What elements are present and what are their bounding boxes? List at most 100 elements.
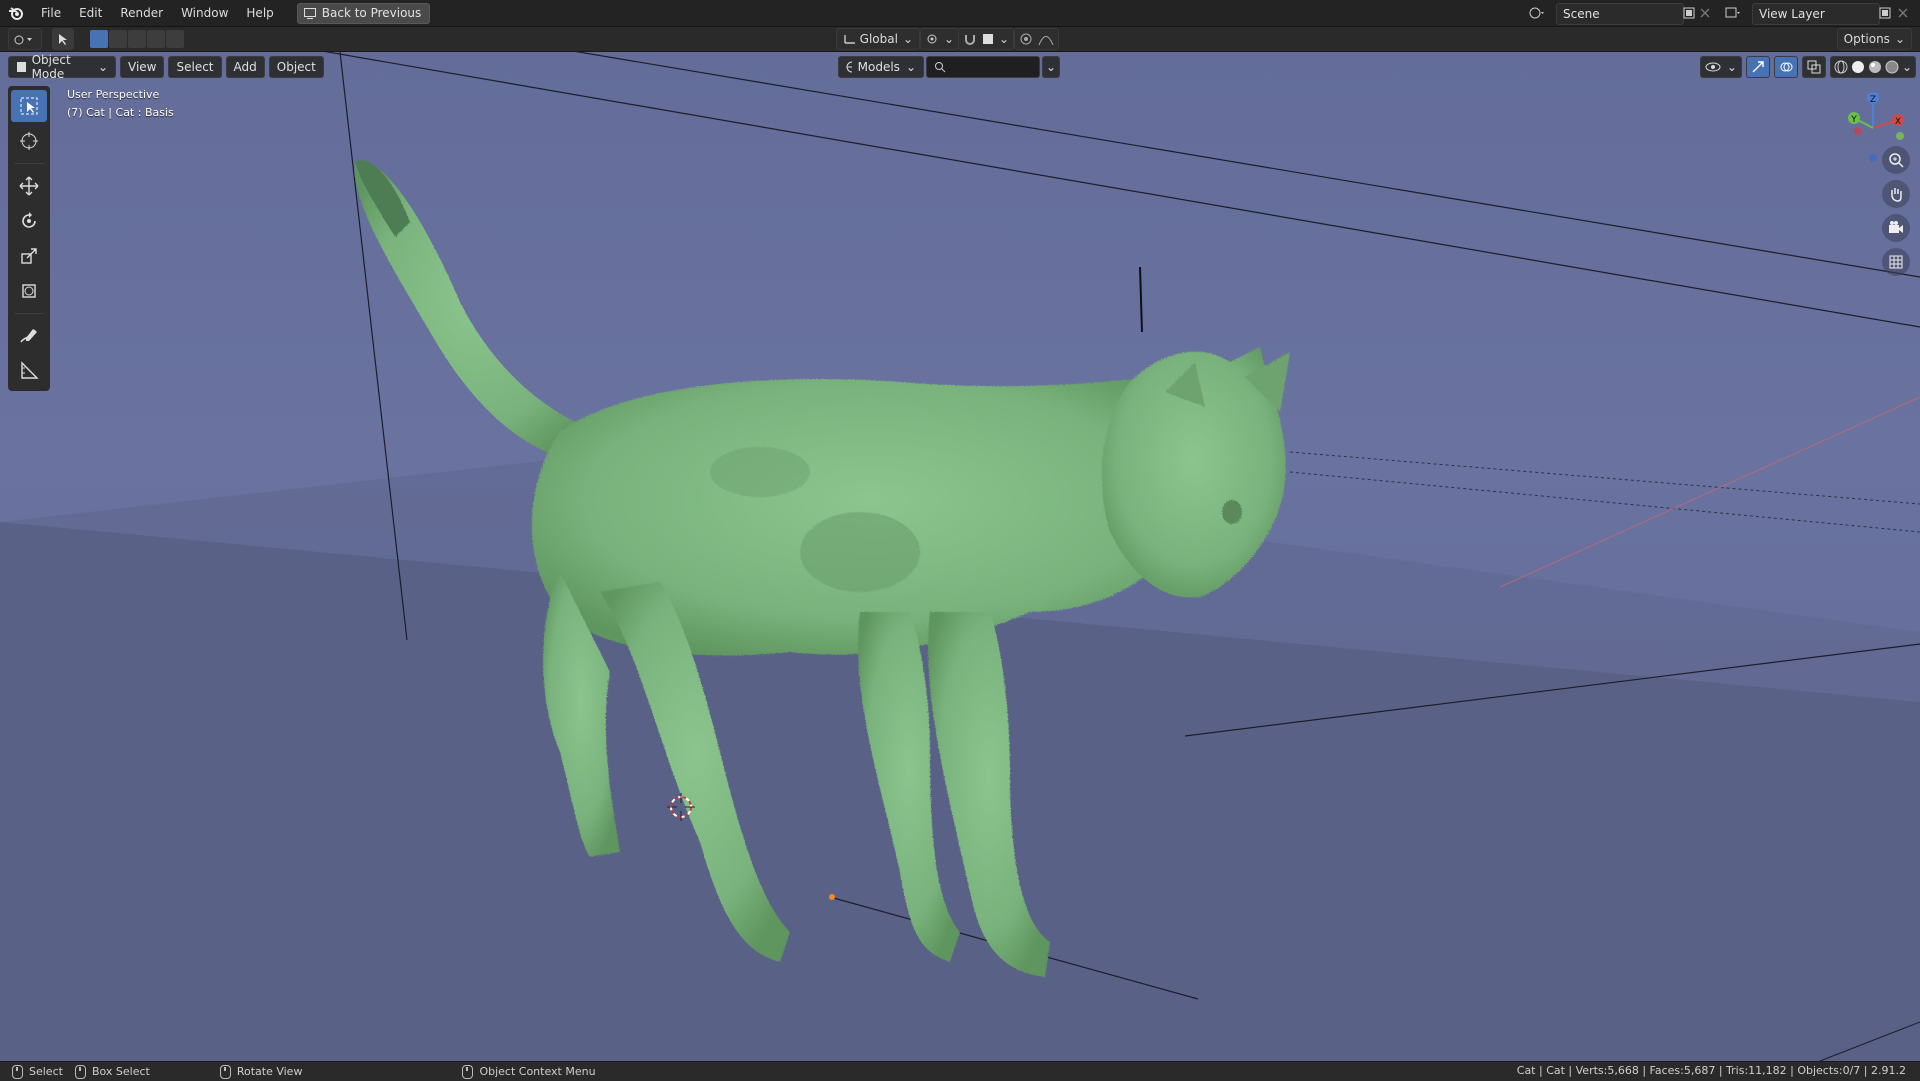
status-select-label: Select	[29, 1065, 63, 1078]
material-shading-icon[interactable]	[1868, 60, 1882, 74]
view-menu[interactable]: View	[120, 56, 165, 78]
menu-window[interactable]: Window	[172, 1, 237, 25]
active-tool-button[interactable]	[52, 28, 74, 50]
active-object-label: (7) Cat | Cat : Basis	[67, 106, 174, 119]
scale-icon	[21, 248, 37, 264]
blender-logo-icon[interactable]	[8, 5, 24, 21]
chevron-down-icon: ⌄	[1894, 32, 1905, 46]
mouse-drag-icon	[74, 1064, 86, 1079]
tool-shelf	[8, 86, 50, 391]
back-to-previous-button[interactable]: Back to Previous	[296, 2, 431, 24]
collection-filter-group: Models ⌄ ⌄	[838, 56, 1061, 78]
viewport-header: Object Mode ⌄ View Select Add Object	[8, 53, 324, 81]
cursor-tool[interactable]	[11, 125, 47, 157]
search-icon	[935, 62, 946, 73]
menu-render[interactable]: Render	[111, 1, 172, 25]
measure-icon	[21, 361, 39, 379]
delete-view-layer-icon[interactable]	[1892, 3, 1914, 23]
zoom-button[interactable]	[1882, 146, 1910, 174]
gizmo-x-label: X	[1895, 117, 1901, 127]
view-layer-name: View Layer	[1759, 7, 1825, 21]
select-menu-label: Select	[176, 60, 214, 74]
camera-view-button[interactable]	[1882, 214, 1910, 242]
annotate-tool[interactable]	[11, 320, 47, 352]
measure-tool[interactable]	[11, 355, 47, 387]
collection-filter-dropdown[interactable]: Models ⌄	[838, 56, 924, 78]
ortho-toggle-button[interactable]	[1882, 248, 1910, 276]
mode-dropdown[interactable]: Object Mode ⌄	[8, 53, 116, 81]
wireframe-shading-icon[interactable]	[1834, 60, 1848, 74]
view-perspective-label: User Perspective	[67, 88, 160, 101]
status-context-menu-label: Object Context Menu	[479, 1065, 596, 1078]
visibility-dropdown[interactable]: ⌄	[1699, 56, 1742, 78]
select-menu[interactable]: Select	[168, 56, 222, 78]
scale-tool[interactable]	[11, 240, 47, 272]
menu-file[interactable]: File	[32, 1, 70, 25]
navigation-buttons	[1882, 146, 1910, 276]
gizmo-neg-z[interactable]	[1869, 154, 1877, 162]
menu-edit[interactable]: Edit	[70, 1, 111, 25]
3d-viewport[interactable]: Object Mode ⌄ View Select Add Object Mod…	[0, 52, 1920, 1061]
editor-type-dropdown[interactable]	[8, 28, 42, 50]
select-subtract-mode[interactable]	[128, 30, 146, 48]
pan-button[interactable]	[1882, 180, 1910, 208]
snap-toggle[interactable]: ⌄	[958, 28, 1015, 50]
selection-mode-group	[90, 29, 185, 49]
xray-toggle[interactable]	[1801, 56, 1826, 78]
delete-scene-icon[interactable]	[1694, 3, 1716, 23]
overlays-icon	[1780, 62, 1793, 72]
overlays-toggle[interactable]	[1773, 56, 1798, 78]
object-menu[interactable]: Object	[268, 56, 324, 78]
mouse-right-icon	[462, 1064, 474, 1079]
object-menu-label: Object	[276, 60, 316, 74]
move-tool[interactable]	[11, 170, 47, 202]
gizmo-toggle[interactable]	[1745, 56, 1770, 78]
tool-header: Global ⌄ ⌄ ⌄ Options ⌄	[0, 27, 1920, 52]
select-box-icon	[20, 97, 38, 115]
viewport-search-field[interactable]	[926, 56, 1040, 78]
xray-icon	[1807, 60, 1821, 74]
gizmo-neg-y[interactable]	[1896, 132, 1904, 140]
menu-help[interactable]: Help	[237, 1, 282, 25]
rotate-tool[interactable]	[11, 205, 47, 237]
viewport-scene[interactable]	[0, 52, 1920, 1061]
rendered-shading-icon[interactable]	[1885, 60, 1899, 74]
scene-name-field[interactable]: Scene	[1556, 3, 1684, 25]
viewport-shading-controls: ⌄ ⌄	[1699, 56, 1916, 78]
pivot-point-dropdown[interactable]: ⌄	[920, 28, 960, 50]
pan-hand-icon	[1891, 188, 1902, 202]
grid-ortho-icon	[1889, 255, 1903, 269]
globe-icon	[846, 61, 852, 73]
3d-viewport-icon	[14, 35, 32, 45]
tool-separator	[14, 163, 44, 164]
gizmo-z-label: Z	[1870, 95, 1876, 105]
chevron-down-icon: ⌄	[905, 60, 916, 74]
select-box-tool[interactable]	[11, 90, 47, 122]
chevron-down-icon: ⌄	[1046, 60, 1057, 74]
search-options-button[interactable]: ⌄	[1042, 56, 1061, 78]
select-extend-mode[interactable]	[109, 30, 127, 48]
camera-icon	[1889, 221, 1903, 233]
collection-filter-label: Models	[857, 60, 900, 74]
select-invert-mode[interactable]	[147, 30, 165, 48]
magnet-icon	[965, 35, 975, 45]
scene-browse-icon[interactable]	[1526, 3, 1548, 23]
select-new-mode[interactable]	[90, 30, 108, 48]
scene-name: Scene	[1563, 7, 1600, 21]
add-menu[interactable]: Add	[225, 56, 265, 78]
annotate-icon	[20, 329, 37, 343]
view-layer-browse-icon[interactable]	[1722, 3, 1744, 23]
gizmo-y-label: Y	[1850, 115, 1857, 125]
snap-element-icon	[983, 34, 993, 44]
solid-shading-icon[interactable]	[1851, 60, 1865, 74]
select-intersect-mode[interactable]	[166, 30, 184, 48]
zoom-icon	[1889, 153, 1904, 168]
view-layer-field[interactable]: View Layer	[1752, 3, 1880, 25]
gizmo-neg-x[interactable]	[1854, 127, 1862, 135]
transform-tool[interactable]	[11, 275, 47, 307]
top-menu-bar: File Edit Render Window Help Back to Pre…	[0, 0, 1920, 27]
proportional-edit-toggle[interactable]	[1014, 28, 1059, 50]
transform-orientation-dropdown[interactable]: Global ⌄	[836, 28, 920, 50]
options-dropdown[interactable]: Options ⌄	[1836, 28, 1912, 50]
viewport-info-overlay: User Perspective (7) Cat | Cat : Basis	[67, 86, 174, 122]
